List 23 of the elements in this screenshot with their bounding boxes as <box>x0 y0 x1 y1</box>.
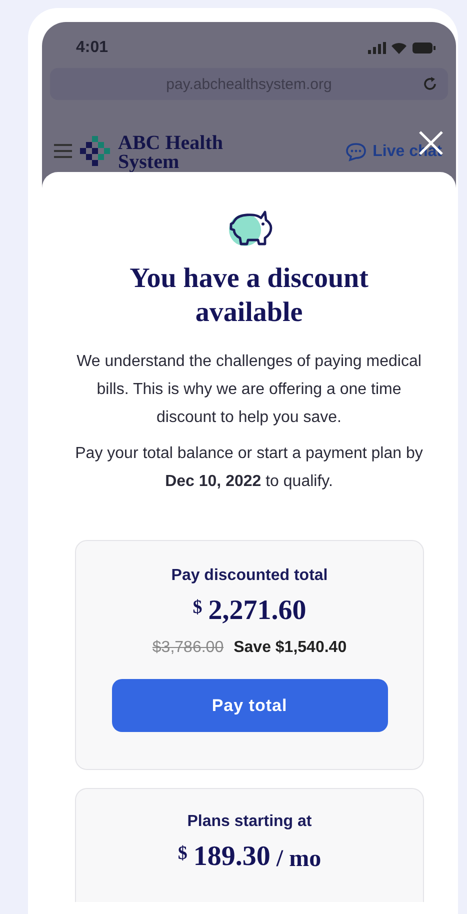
logo-icon <box>80 136 110 166</box>
modal-title: You have a discount available <box>128 262 370 330</box>
pay-total-button[interactable]: Pay total <box>112 679 388 732</box>
original-price: $3,786.00 <box>152 639 224 657</box>
offer-heading: Pay discounted total <box>171 567 328 585</box>
savings-text: Save $1,540.40 <box>234 639 347 657</box>
battery-icon <box>412 42 436 54</box>
wifi-icon <box>391 42 407 54</box>
logo-text: System <box>118 153 180 172</box>
reload-icon[interactable] <box>422 76 438 92</box>
signal-icon <box>368 42 386 54</box>
plans-heading: Plans starting at <box>187 813 312 831</box>
logo-text: ABC Health <box>118 134 223 153</box>
currency-sign: $ <box>192 597 202 619</box>
plan-amount: 189.30 <box>193 841 270 873</box>
info-paragraph: We understand the challenges of paying medical bills. This is why we are offering a one time discount to help you save. <box>76 352 422 428</box>
currency-sign: $ <box>178 843 188 865</box>
plan-unit: / mo <box>276 846 322 873</box>
chat-icon <box>344 142 367 162</box>
discounted-amount: 2,271.60 <box>208 595 306 627</box>
info-paragraph: Pay your total balance or start a payment plan by Dec 10, 2022 to qualify. <box>74 444 424 492</box>
status-time: 4:01 <box>76 39 108 57</box>
menu-icon[interactable] <box>54 144 72 158</box>
